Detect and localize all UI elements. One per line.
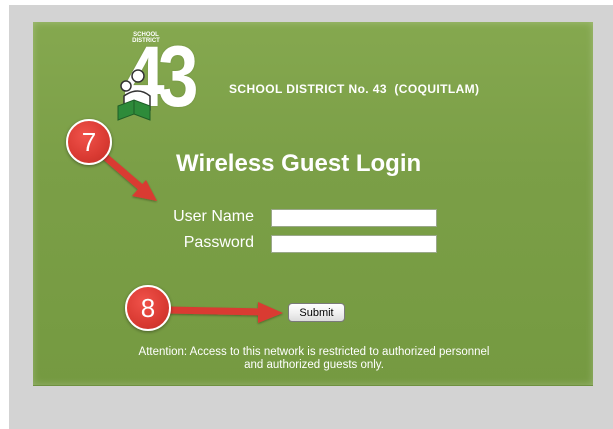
access-notice-line-2: and authorized guests only. (244, 359, 384, 371)
district-logo: SCHOOL DISTRICT 43 (96, 28, 216, 121)
step-8-badge: 8 (125, 285, 171, 331)
access-notice: Attention: Access to this network is res… (34, 346, 594, 372)
step-7-badge: 7 (66, 119, 112, 165)
submit-button[interactable]: Submit (288, 303, 345, 322)
reading-figures-icon (117, 69, 151, 121)
username-label: User Name (173, 208, 254, 225)
page-title: Wireless Guest Login (176, 150, 422, 177)
username-input[interactable] (271, 209, 437, 227)
access-notice-line-1: Attention: Access to this network is res… (138, 346, 490, 358)
password-label: Password (183, 234, 254, 251)
district-name: SCHOOL DISTRICT No. 43 (COQUITLAM) (229, 82, 480, 96)
password-input[interactable] (271, 235, 437, 253)
